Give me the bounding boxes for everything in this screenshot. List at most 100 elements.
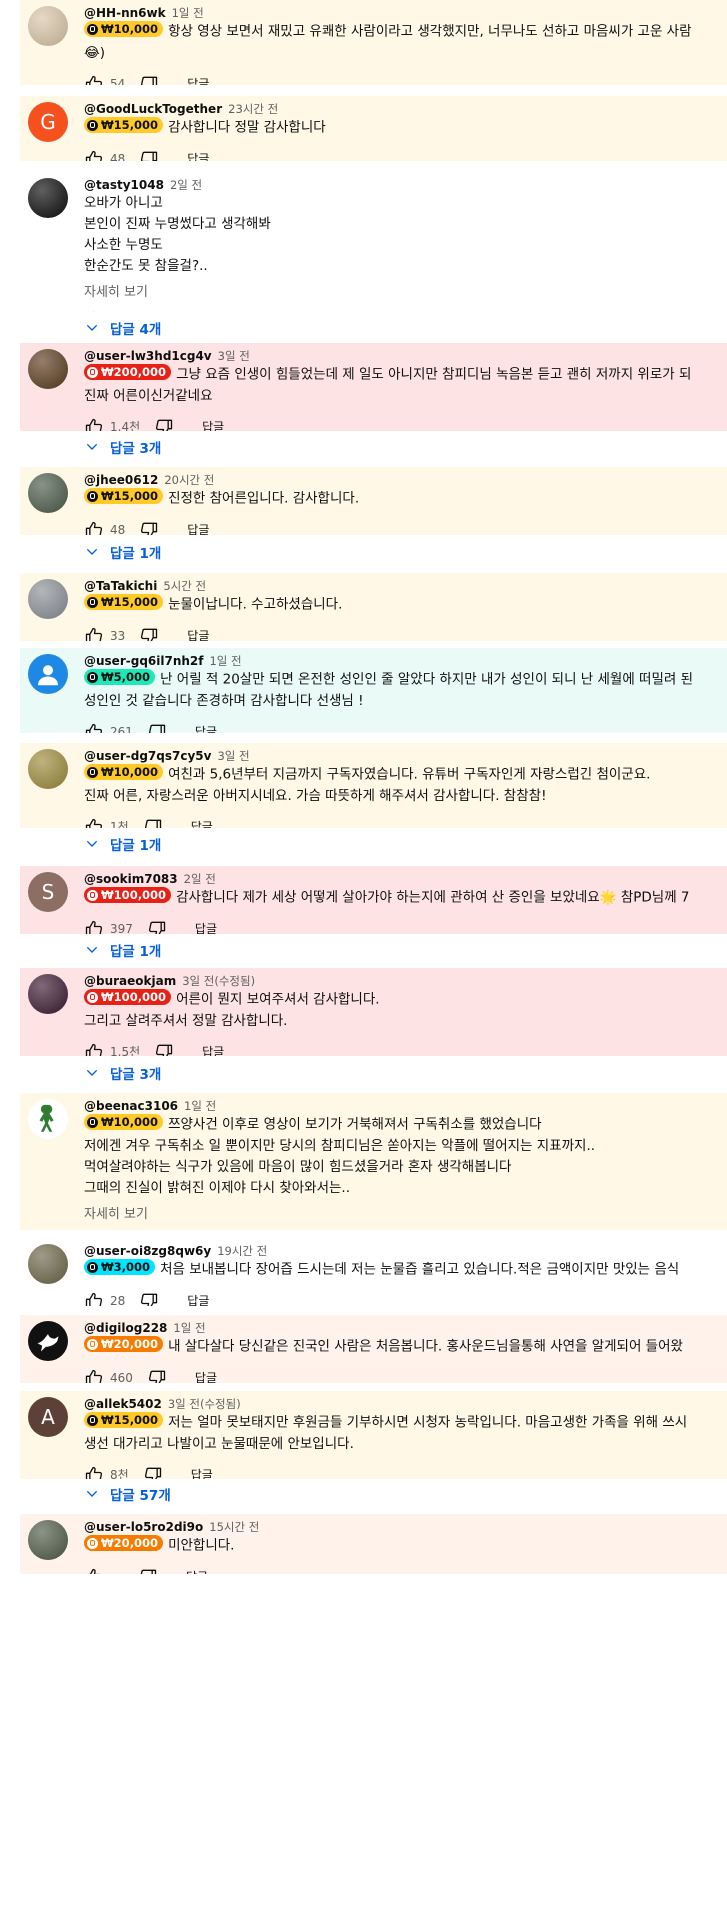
dislike-button[interactable] (147, 919, 167, 934)
timestamp[interactable]: 3일 전 (217, 749, 249, 763)
read-more-link[interactable]: 자세히 보기 (84, 281, 727, 300)
like-button[interactable] (84, 1291, 104, 1306)
author-handle[interactable]: @user-lw3hd1cg4v (84, 349, 212, 363)
timestamp[interactable]: 5시간 전 (163, 579, 206, 593)
avatar[interactable] (28, 178, 68, 218)
dislike-button[interactable] (154, 417, 174, 431)
like-button[interactable] (84, 919, 104, 934)
like-button[interactable] (84, 1567, 104, 1574)
comment-body: @beenac3106 1일 전 ₩10,000 쯔양사건 이후로 영상이 보기가 거… (84, 1098, 727, 1230)
view-replies-button[interactable]: 답글 4개 (84, 318, 161, 338)
reply-button[interactable]: 답글 (195, 920, 217, 934)
dislike-button[interactable] (143, 817, 163, 828)
super-thanks-amount: ₩20,000 (101, 1536, 159, 1550)
timestamp[interactable]: 2일 전 (184, 872, 216, 886)
author-handle[interactable]: @jhee0612 (84, 473, 158, 487)
author-handle[interactable]: @TaTakichi (84, 579, 157, 593)
avatar[interactable] (28, 1321, 68, 1361)
author-handle[interactable]: @beenac3106 (84, 1099, 178, 1113)
like-button[interactable] (84, 817, 104, 828)
reply-button[interactable]: 답글 (195, 312, 217, 313)
like-button[interactable] (84, 1042, 104, 1056)
avatar[interactable] (28, 473, 68, 513)
author-handle[interactable]: @user-lo5ro2di9o (84, 1520, 203, 1534)
dislike-button[interactable] (139, 149, 159, 161)
author-handle[interactable]: @user-dg7qs7cy5v (84, 749, 211, 763)
avatar[interactable]: A (28, 1397, 68, 1437)
view-replies-button[interactable]: 답글 1개 (84, 940, 161, 960)
avatar[interactable] (28, 6, 68, 46)
reply-button[interactable]: 답글 (195, 1369, 217, 1383)
timestamp[interactable]: 3일 전(수정됨) (182, 974, 255, 988)
reply-button[interactable]: 답글 (202, 1043, 224, 1056)
avatar[interactable]: S (28, 872, 68, 912)
timestamp[interactable]: 1일 전 (173, 1321, 205, 1335)
reply-button[interactable]: 답글 (195, 723, 217, 733)
author-handle[interactable]: @user-gq6il7nh2f (84, 654, 203, 668)
avatar[interactable] (28, 654, 68, 694)
like-button[interactable] (84, 520, 104, 535)
timestamp[interactable]: 3일 전(수정됨) (168, 1397, 241, 1411)
like-button[interactable] (84, 626, 104, 641)
view-replies-button[interactable]: 답글 3개 (84, 437, 161, 457)
super-thanks-amount: ₩100,000 (101, 888, 167, 902)
dislike-button[interactable] (147, 310, 167, 312)
avatar[interactable] (28, 1099, 68, 1139)
avatar[interactable] (28, 1520, 68, 1560)
dislike-button[interactable] (139, 74, 159, 85)
avatar[interactable] (28, 349, 68, 389)
timestamp[interactable]: 2일 전 (170, 178, 202, 192)
dislike-button[interactable] (143, 1465, 163, 1479)
view-replies-button[interactable]: 답글 57개 (84, 1484, 171, 1504)
author-handle[interactable]: @digilog228 (84, 1321, 167, 1335)
reply-button[interactable]: 답글 (202, 418, 224, 431)
read-more-link[interactable]: 자세히 보기 (84, 1203, 727, 1222)
timestamp[interactable]: 15시간 전 (209, 1520, 259, 1534)
timestamp[interactable]: 1일 전 (172, 6, 204, 20)
dislike-button[interactable] (139, 1291, 159, 1306)
author-handle[interactable]: @GoodLuckTogether (84, 102, 222, 116)
author-handle[interactable]: @buraeokjam (84, 974, 176, 988)
like-button[interactable] (84, 722, 104, 733)
view-replies-button[interactable]: 답글 3개 (84, 1063, 161, 1083)
reply-button[interactable]: 답글 (186, 1568, 208, 1574)
like-button[interactable] (84, 1368, 104, 1383)
timestamp[interactable]: 1일 전 (184, 1099, 216, 1113)
like-button[interactable] (84, 1465, 104, 1479)
author-handle[interactable]: @allek5402 (84, 1397, 162, 1411)
dislike-button[interactable] (139, 626, 159, 641)
dislike-button[interactable] (147, 722, 167, 733)
dislike-button[interactable] (139, 520, 159, 535)
reply-button[interactable]: 답글 (191, 818, 213, 828)
like-button[interactable] (84, 74, 104, 85)
author-handle[interactable]: @sookim7083 (84, 872, 178, 886)
dislike-button[interactable] (154, 1042, 174, 1056)
reply-button[interactable]: 답글 (187, 75, 209, 85)
avatar[interactable] (28, 579, 68, 619)
author-handle[interactable]: @user-oi8zg8qw6y (84, 1244, 211, 1258)
timestamp[interactable]: 23시간 전 (228, 102, 278, 116)
like-button[interactable] (84, 310, 104, 312)
reply-button[interactable]: 답글 (191, 1466, 213, 1479)
reply-button[interactable]: 답글 (187, 627, 209, 641)
like-button[interactable] (84, 417, 104, 431)
author-handle[interactable]: @tasty1048 (84, 178, 164, 192)
timestamp[interactable]: 20시간 전 (164, 473, 214, 487)
dislike-button[interactable] (138, 1567, 158, 1574)
reply-button[interactable]: 답글 (187, 150, 209, 161)
view-replies-button[interactable]: 답글 1개 (84, 542, 161, 562)
timestamp[interactable]: 1일 전 (209, 654, 241, 668)
reply-button[interactable]: 답글 (187, 1292, 209, 1306)
avatar[interactable]: G (28, 102, 68, 142)
timestamp[interactable]: 3일 전 (218, 349, 250, 363)
avatar[interactable] (28, 1244, 68, 1284)
avatar[interactable] (28, 749, 68, 789)
dislike-button[interactable] (147, 1368, 167, 1383)
view-replies-button[interactable]: 답글 1개 (84, 834, 161, 854)
reply-button[interactable]: 답글 (187, 521, 209, 535)
like-button[interactable] (84, 149, 104, 161)
author-handle[interactable]: @HH-nn6wk (84, 6, 166, 20)
avatar[interactable] (28, 974, 68, 1014)
chevron-down-icon (86, 548, 98, 555)
timestamp[interactable]: 19시간 전 (217, 1244, 267, 1258)
